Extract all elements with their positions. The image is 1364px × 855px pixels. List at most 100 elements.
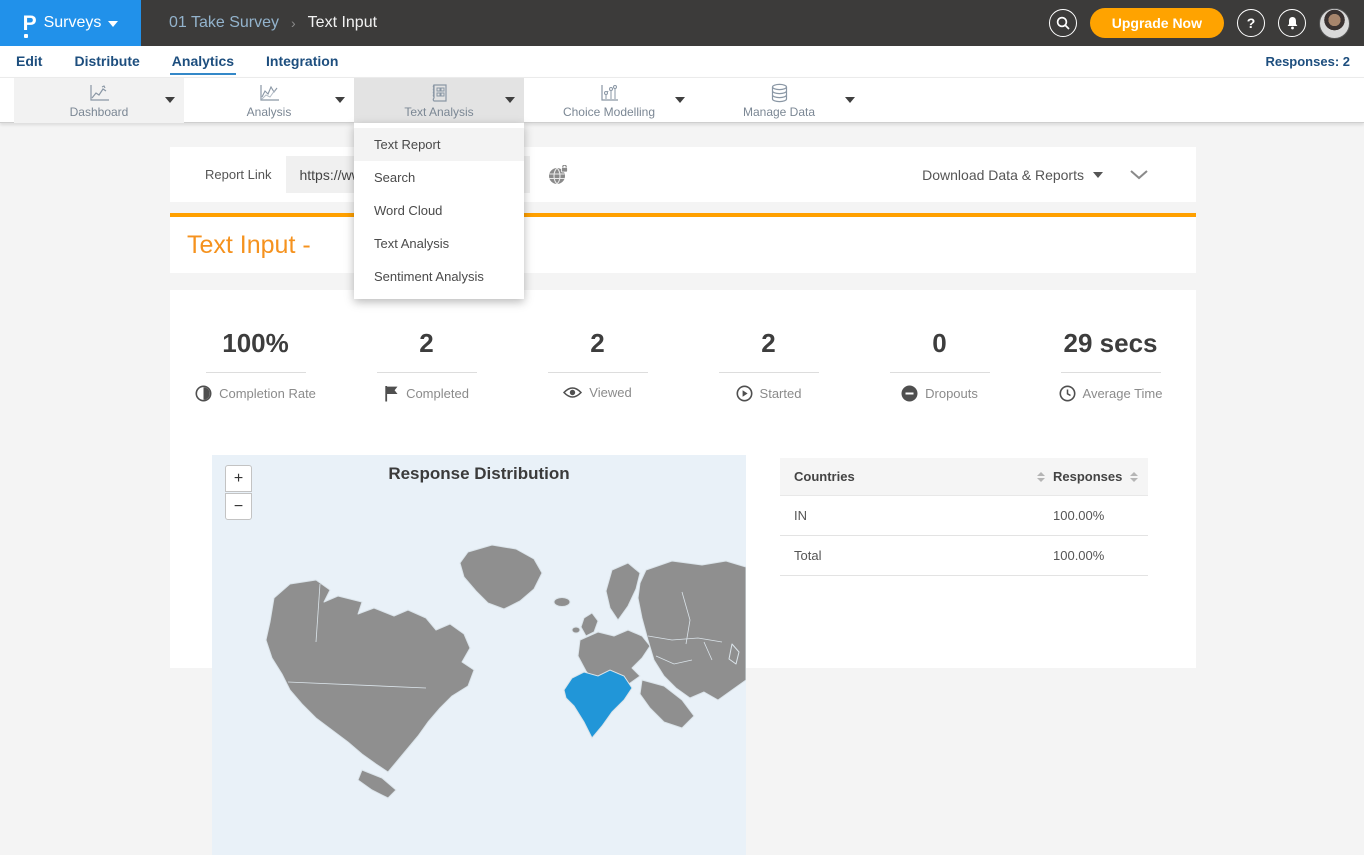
breadcrumb-survey-link[interactable]: 01 Take Survey: [169, 14, 279, 32]
choice-modelling-icon: [597, 83, 622, 103]
caret-down-icon[interactable]: [845, 97, 855, 103]
caret-down-icon[interactable]: [335, 97, 345, 103]
nav-integration[interactable]: Integration: [264, 48, 340, 75]
sort-responses-icon[interactable]: [1130, 472, 1138, 482]
caret-down-icon: [1093, 172, 1103, 178]
divider: [890, 372, 990, 373]
menu-item-text-report[interactable]: Text Report: [354, 128, 524, 161]
stat-value: 0: [854, 328, 1025, 359]
india-region-highlight[interactable]: [564, 670, 632, 738]
stat-viewed: 2 Viewed: [512, 328, 683, 402]
avatar[interactable]: [1319, 8, 1350, 39]
greenland-region: [460, 545, 542, 609]
header-actions: Upgrade Now ?: [1049, 8, 1364, 39]
stat-label: Dropouts: [925, 386, 978, 401]
stat-label: Started: [760, 386, 802, 401]
stat-label: Average Time: [1083, 386, 1163, 401]
stat-dropouts: 0 Dropouts: [854, 328, 1025, 402]
stat-completed: 2 Completed: [341, 328, 512, 402]
caret-down-icon[interactable]: [505, 97, 515, 103]
brand-label: Surveys: [44, 14, 102, 32]
tab-label: Analysis: [247, 105, 292, 119]
tab-label: Choice Modelling: [563, 105, 655, 119]
stat-value: 29 secs: [1025, 328, 1196, 359]
iceland-region: [554, 598, 570, 607]
toolbar-tabs: Dashboard Analysis Text Analysis Choice …: [14, 78, 864, 123]
search-button[interactable]: [1049, 9, 1077, 37]
countries-table: Countries Responses IN 100.00% Total 100…: [780, 458, 1148, 576]
responses-cell: 100.00%: [1053, 548, 1148, 563]
nav-analytics[interactable]: Analytics: [170, 48, 236, 75]
table-row-total: Total 100.00%: [780, 536, 1148, 576]
stat-label: Completion Rate: [219, 386, 316, 401]
globe-lock-icon: [547, 165, 569, 185]
stat-value: 2: [683, 328, 854, 359]
clock-icon: [1059, 385, 1076, 402]
tab-dashboard[interactable]: Dashboard: [14, 78, 184, 123]
breadcrumb: 01 Take Survey › Text Input Upgrade Now …: [141, 0, 1364, 46]
eye-icon: [563, 386, 582, 399]
manage-data-icon: [767, 83, 792, 103]
breadcrumb-separator: ›: [291, 15, 296, 31]
nav-edit[interactable]: Edit: [14, 48, 44, 75]
caret-down-icon[interactable]: [675, 97, 685, 103]
tab-choice-modelling[interactable]: Choice Modelling: [524, 78, 694, 123]
responses-column-header[interactable]: Responses: [1053, 469, 1122, 484]
divider: [1061, 372, 1161, 373]
report-content-panel: 100% Completion Rate 2 Completed 2 Viewe…: [170, 290, 1196, 668]
report-link-panel: Report Link Download Data & Reports: [170, 147, 1196, 202]
tab-text-analysis[interactable]: Text Analysis: [354, 78, 524, 123]
report-link-label: Report Link: [205, 167, 271, 182]
tab-label: Text Analysis: [404, 105, 473, 119]
menu-item-word-cloud[interactable]: Word Cloud: [354, 194, 524, 227]
country-cell: Total: [794, 548, 821, 563]
flag-icon: [384, 385, 399, 402]
tab-label: Manage Data: [743, 105, 815, 119]
report-privacy-button[interactable]: [547, 165, 569, 185]
zoom-in-button[interactable]: +: [225, 465, 252, 492]
menu-item-text-analysis[interactable]: Text Analysis: [354, 227, 524, 260]
help-icon: ?: [1247, 15, 1256, 31]
analysis-icon: [257, 83, 282, 103]
top-header: P Surveys 01 Take Survey › Text Input Up…: [0, 0, 1364, 46]
sort-countries-icon[interactable]: [1037, 472, 1045, 482]
divider: [719, 372, 819, 373]
menu-item-sentiment-analysis[interactable]: Sentiment Analysis: [354, 260, 524, 293]
help-button[interactable]: ?: [1237, 9, 1265, 37]
divider: [548, 372, 648, 373]
divider: [377, 372, 477, 373]
north-america-region: [266, 580, 474, 772]
country-cell: IN: [794, 508, 807, 523]
play-circle-icon: [736, 385, 753, 402]
caret-down-icon[interactable]: [165, 97, 175, 103]
countries-column-header[interactable]: Countries: [794, 469, 855, 484]
upgrade-now-button[interactable]: Upgrade Now: [1090, 8, 1224, 38]
uk-region: [581, 613, 598, 636]
stats-row: 100% Completion Rate 2 Completed 2 Viewe…: [170, 290, 1196, 402]
table-row: IN 100.00%: [780, 496, 1148, 536]
brand-menu[interactable]: P Surveys: [0, 0, 141, 46]
tab-manage-data[interactable]: Manage Data: [694, 78, 864, 123]
zoom-out-button[interactable]: −: [225, 493, 252, 520]
stat-label: Completed: [406, 386, 469, 401]
analytics-toolbar: Dashboard Analysis Text Analysis Choice …: [0, 77, 1364, 123]
stat-started: 2 Started: [683, 328, 854, 402]
world-map[interactable]: [212, 540, 746, 855]
menu-item-search[interactable]: Search: [354, 161, 524, 194]
collapse-panel-button[interactable]: [1130, 170, 1148, 180]
nav-distribute[interactable]: Distribute: [72, 48, 141, 75]
countries-table-header: Countries Responses: [780, 458, 1148, 496]
minus-circle-icon: [901, 385, 918, 402]
half-circle-icon: [195, 385, 212, 402]
chevron-down-icon: [1130, 170, 1148, 180]
tab-analysis[interactable]: Analysis: [184, 78, 354, 123]
notifications-button[interactable]: [1278, 9, 1306, 37]
bell-icon: [1286, 16, 1299, 30]
download-data-reports-label: Download Data & Reports: [922, 167, 1084, 183]
stat-value: 100%: [170, 328, 341, 359]
download-data-reports-dropdown[interactable]: Download Data & Reports: [922, 167, 1103, 183]
dashboard-icon: [87, 83, 112, 103]
map-zoom-controls: + −: [225, 465, 252, 520]
survey-nav: Edit Distribute Analytics Integration Re…: [0, 46, 1364, 77]
title-panel: Text Input -: [170, 217, 1196, 273]
